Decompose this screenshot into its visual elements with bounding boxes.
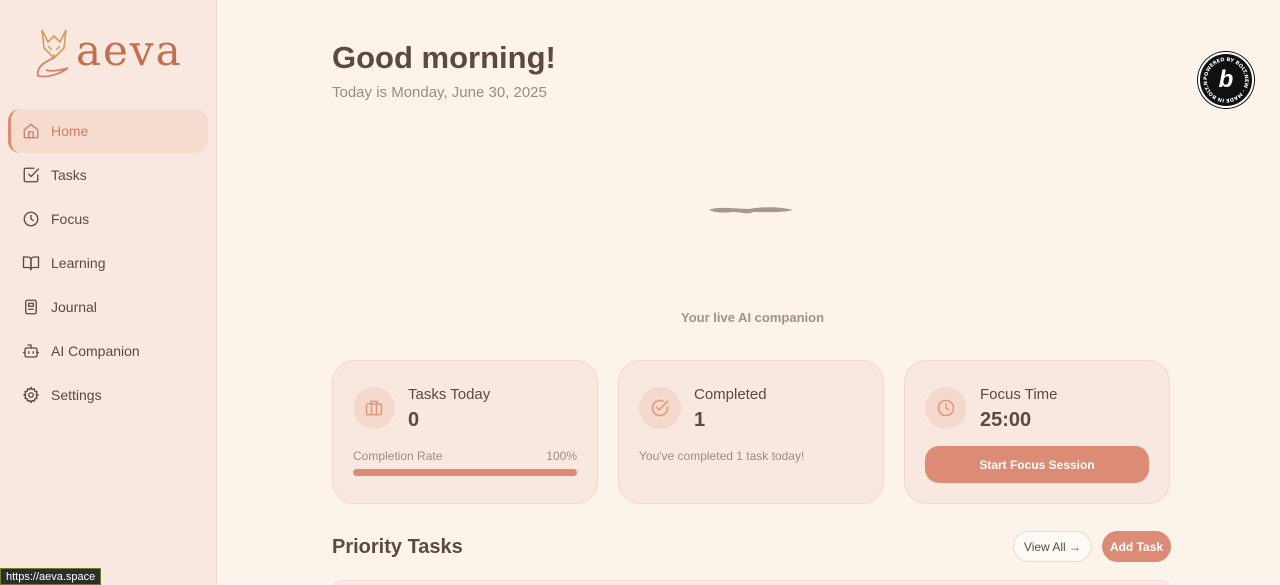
- sidebar-item-label: Focus: [51, 211, 90, 227]
- completed-note: You've completed 1 task today!: [639, 449, 805, 463]
- clock-icon: [23, 211, 39, 227]
- clock-icon: [925, 387, 967, 429]
- sidebar-item-label: Home: [51, 123, 89, 139]
- focus-time-value: 25:00: [980, 409, 1032, 431]
- completed-count: 1: [694, 409, 706, 431]
- sidebar-item-label: AI Companion: [51, 343, 140, 359]
- sidebar-item-tasks[interactable]: Tasks: [8, 153, 208, 197]
- app-logo[interactable]: aeva: [34, 24, 183, 80]
- completion-rate-label: Completion Rate: [353, 449, 443, 463]
- tasks-today-card: Tasks Today 0 Completion Rate 100%: [332, 360, 598, 504]
- priority-tasks-list: [332, 580, 1171, 585]
- sidebar-item-label: Learning: [51, 255, 106, 271]
- date-subtitle: Today is Monday, June 30, 2025: [332, 84, 547, 101]
- bot-icon: [22, 344, 40, 358]
- completion-progress-fill: [353, 469, 577, 476]
- sidebar-item-home[interactable]: Home: [8, 109, 208, 153]
- sidebar-item-focus[interactable]: Focus: [8, 197, 208, 241]
- checkbox-icon: [23, 167, 40, 183]
- check-circle-icon: [639, 387, 681, 429]
- ai-companion-avatar: [709, 207, 793, 214]
- main-content: Good morning! Today is Monday, June 30, …: [217, 0, 1280, 585]
- sidebar-item-label: Tasks: [51, 167, 87, 183]
- focus-time-card: Focus Time 25:00 Start Focus Session: [904, 360, 1170, 504]
- sidebar-item-ai-companion[interactable]: AI Companion: [8, 329, 208, 373]
- home-icon: [23, 123, 39, 139]
- tasks-today-count: 0: [408, 409, 420, 431]
- gear-icon: [23, 386, 39, 404]
- card-title: Completed: [694, 386, 767, 403]
- fox-logo-icon: [36, 29, 69, 78]
- sidebar: aeva Home Tasks Focus Learning Journal A…: [0, 0, 217, 585]
- completion-rate-value: 100%: [546, 449, 577, 463]
- journal-icon: [25, 299, 37, 315]
- status-url-tooltip: https://aeva.space: [0, 568, 102, 585]
- briefcase-icon: [353, 387, 395, 429]
- sidebar-item-label: Journal: [51, 299, 97, 315]
- sidebar-item-learning[interactable]: Learning: [8, 241, 208, 285]
- start-focus-session-button[interactable]: Start Focus Session: [925, 446, 1149, 483]
- sidebar-item-journal[interactable]: Journal: [8, 285, 208, 329]
- sidebar-item-settings[interactable]: Settings: [8, 373, 208, 417]
- book-icon: [22, 256, 40, 271]
- bolt-b-icon: b: [1218, 66, 1234, 93]
- view-all-button[interactable]: View All →: [1013, 531, 1092, 562]
- brand-name: aeva: [76, 26, 183, 75]
- companion-caption: Your live AI companion: [680, 310, 825, 325]
- priority-tasks-heading: Priority Tasks: [332, 536, 463, 558]
- sidebar-item-label: Settings: [51, 387, 102, 403]
- card-title: Tasks Today: [408, 386, 491, 403]
- bolt-badge[interactable]: POWERED BY BOLT.NEW · MADE IN BOLT.NEW b: [1198, 52, 1254, 108]
- page-title: Good morning!: [332, 40, 556, 75]
- add-task-button[interactable]: Add Task: [1102, 531, 1171, 562]
- completion-progress-bar: [353, 469, 577, 476]
- completed-card: Completed 1 You've completed 1 task toda…: [618, 360, 884, 504]
- card-title: Focus Time: [980, 386, 1058, 403]
- sidebar-nav: Home Tasks Focus Learning Journal AI Com…: [8, 109, 208, 417]
